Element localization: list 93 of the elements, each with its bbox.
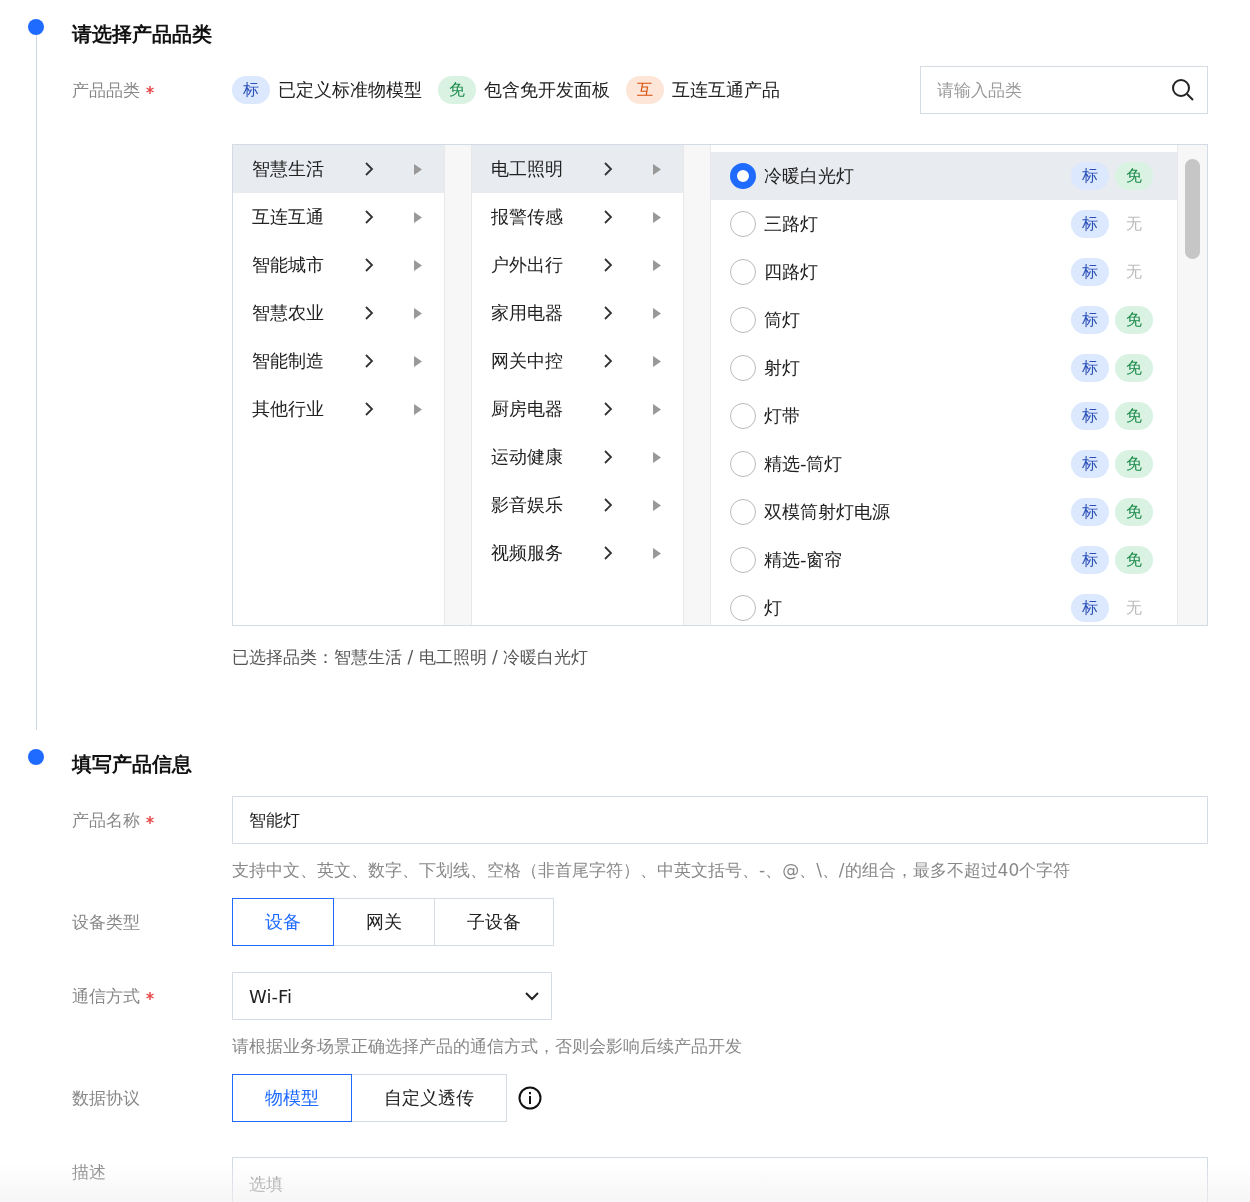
tag: 标 — [1071, 258, 1109, 286]
tag-text: 无 — [1125, 260, 1143, 283]
selected-path: 已选择品类：智慧生活 / 电工照明 / 冷暖白光灯 — [232, 646, 590, 669]
scrollbar-thumb[interactable] — [1185, 159, 1200, 259]
triangle-right-icon — [653, 547, 661, 559]
triangle-right-icon — [653, 307, 661, 319]
tag: 免 — [1115, 306, 1153, 334]
chevron-right-icon — [364, 354, 374, 368]
field-label: 描述 — [72, 1160, 106, 1184]
chevron-right-icon — [364, 210, 374, 224]
radio-button[interactable] — [730, 499, 756, 525]
triangle-right-icon — [414, 163, 422, 175]
legend-text: 包含免开发面板 — [484, 78, 610, 102]
triangle-right-icon — [414, 307, 422, 319]
radio-button[interactable] — [730, 595, 756, 621]
triangle-right-icon — [653, 403, 661, 415]
radio-button[interactable] — [730, 451, 756, 477]
triangle-right-icon — [414, 211, 422, 223]
chevron-right-icon — [603, 258, 613, 272]
tag: 免 — [1115, 498, 1153, 526]
radio-button[interactable] — [730, 211, 756, 237]
triangle-right-icon — [653, 211, 661, 223]
tag: 互 — [626, 76, 664, 104]
field-label: 设备类型 — [72, 910, 140, 934]
tag: 标 — [1071, 162, 1109, 190]
tag: 标 — [1071, 354, 1109, 382]
tag: 免 — [1115, 546, 1153, 574]
hint-text: 请根据业务场景正确选择产品的通信方式，否则会影响后续产品开发 — [232, 1035, 743, 1058]
chevron-right-icon — [603, 306, 613, 320]
tag: 免 — [438, 76, 476, 104]
tag: 标 — [1071, 402, 1109, 430]
radio-button[interactable] — [730, 307, 756, 333]
chevron-right-icon — [603, 402, 613, 416]
tag-text: 无 — [1125, 596, 1143, 619]
category-option[interactable]: 冷暖白光灯 标 免 — [711, 152, 1177, 200]
tag: 标 — [1071, 210, 1109, 238]
product-name-field[interactable]: 智能灯 — [232, 796, 1208, 844]
tag: 标 — [1071, 306, 1109, 334]
radio-button[interactable] — [730, 547, 756, 573]
chevron-right-icon — [603, 498, 613, 512]
tag: 免 — [1115, 162, 1153, 190]
triangle-right-icon — [414, 403, 422, 415]
search-icon — [1171, 78, 1195, 102]
chevron-right-icon — [364, 258, 374, 272]
chevron-right-icon — [603, 354, 613, 368]
category-item[interactable]: 电工照明 — [472, 145, 683, 193]
chevron-right-icon — [603, 450, 613, 464]
tag: 标 — [1071, 546, 1109, 574]
tag: 标 — [1071, 450, 1109, 478]
field-label: 产品名称 — [72, 808, 140, 832]
triangle-right-icon — [653, 163, 661, 175]
tag: 免 — [1115, 402, 1153, 430]
radio-button[interactable] — [730, 355, 756, 381]
radio-button[interactable] — [730, 163, 756, 189]
chevron-right-icon — [603, 162, 613, 176]
chevron-right-icon — [364, 306, 374, 320]
step-dot — [28, 749, 44, 765]
radio-button[interactable] — [730, 403, 756, 429]
triangle-right-icon — [414, 355, 422, 367]
radio-button[interactable] — [730, 259, 756, 285]
segment-button[interactable]: 物模型 — [232, 1074, 352, 1122]
section-title: 请选择产品品类 — [72, 20, 213, 48]
chevron-right-icon — [364, 402, 374, 416]
field-label: 产品品类 — [72, 78, 140, 102]
triangle-right-icon — [653, 355, 661, 367]
tag: 免 — [1115, 450, 1153, 478]
triangle-right-icon — [653, 499, 661, 511]
segment-button[interactable]: 子设备 — [434, 898, 554, 946]
tag-text: 无 — [1125, 212, 1143, 235]
step-dot — [28, 19, 44, 35]
triangle-right-icon — [414, 259, 422, 271]
chevron-right-icon — [603, 210, 613, 224]
chevron-right-icon — [603, 546, 613, 560]
segment-button[interactable]: 网关 — [333, 898, 435, 946]
tag: 标 — [232, 76, 270, 104]
info-icon[interactable] — [518, 1086, 542, 1110]
hint-text: 支持中文、英文、数字、下划线、空格（非首尾字符）、中英文括号、-、@、\、/的组合，最多不超过40个字符 — [232, 859, 1072, 882]
tag: 免 — [1115, 354, 1153, 382]
legend-text: 互连互通产品 — [672, 78, 780, 102]
category-item[interactable]: 智慧生活 — [233, 145, 444, 193]
chevron-right-icon — [364, 162, 374, 176]
segment-button[interactable]: 设备 — [232, 898, 334, 946]
field-label: 数据协议 — [72, 1086, 140, 1110]
segment-button[interactable]: 自定义透传 — [351, 1074, 507, 1122]
triangle-right-icon — [653, 259, 661, 271]
field-label: 通信方式 — [72, 984, 140, 1008]
tag: 标 — [1071, 498, 1109, 526]
tag: 标 — [1071, 594, 1109, 622]
triangle-right-icon — [653, 451, 661, 463]
section-title: 填写产品信息 — [72, 750, 193, 778]
legend-text: 已定义标准物模型 — [278, 78, 422, 102]
communication-select[interactable]: Wi-Fi — [232, 972, 552, 1020]
chevron-down-icon — [525, 991, 539, 1001]
